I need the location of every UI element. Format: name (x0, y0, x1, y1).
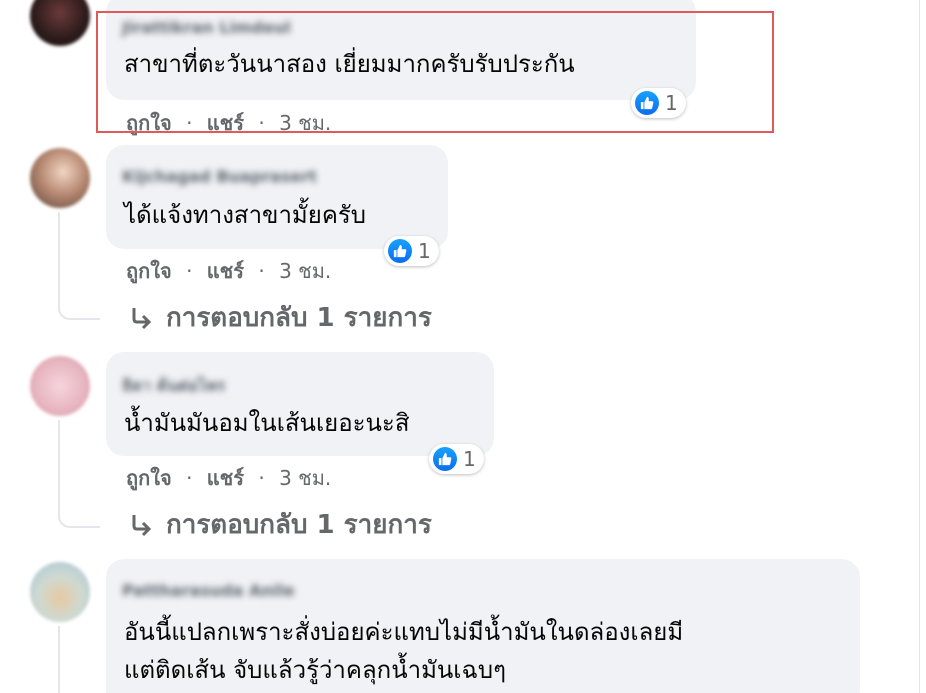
comment-author[interactable]: Kijchagad Buaprasert (122, 167, 317, 186)
comment-text: ได้แจ้งทางสาขามั้ยครับ (124, 201, 366, 229)
highlight-box (96, 11, 774, 133)
avatar[interactable] (30, 562, 90, 622)
reply-arrow-icon (132, 514, 152, 536)
separator: · (186, 466, 193, 490)
comment-author[interactable]: Pattharasuda Anile (122, 581, 295, 600)
separator: · (186, 259, 193, 283)
view-replies-button[interactable]: การตอบกลับ 1 รายการ (128, 297, 432, 338)
comment-thread: Jirattikran Limdeul สาขาที่ตะวันนาสอง เย… (0, 0, 926, 693)
thread-line (58, 626, 60, 693)
thread-line (58, 212, 60, 302)
comment-time[interactable]: 3 ชม. (279, 259, 331, 283)
like-icon (388, 239, 412, 263)
thread-line (58, 420, 60, 510)
avatar[interactable] (30, 356, 90, 416)
avatar[interactable] (30, 148, 90, 208)
separator: · (258, 259, 265, 283)
thread-curve (58, 300, 100, 320)
comment-time[interactable]: 3 ชม. (279, 466, 331, 490)
comment-actions: ถูกใจ · แชร์ · 3 ชม. (126, 462, 331, 494)
comment-actions: ถูกใจ · แชร์ · 3 ชม. (126, 255, 331, 287)
like-button[interactable]: ถูกใจ (126, 259, 172, 283)
reaction-count: 1 (463, 447, 476, 471)
share-button[interactable]: แชร์ (207, 259, 244, 283)
like-icon (433, 447, 457, 471)
comment-text: น้ำมันมันอมในเส้นเยอะนะสิ (124, 409, 410, 437)
reply-arrow-icon (132, 307, 152, 329)
comment-bubble: Pattharasuda Anile อันนี้แปลกเพราะสั่งบ่… (106, 559, 860, 693)
separator: · (258, 466, 265, 490)
replies-label: การตอบกลับ 1 รายการ (166, 303, 432, 333)
comment-text: อันนี้แปลกเพราะสั่งบ่อยค่ะแทบไม่มีน้ำมัน… (124, 618, 684, 646)
comment-bubble: Kijchagad Buaprasert ได้แจ้งทางสาขามั้ยค… (106, 145, 448, 249)
avatar[interactable] (30, 0, 90, 46)
reaction-count: 1 (418, 239, 431, 263)
comment-author[interactable]: ธิดา ต้นต่อไพร (122, 374, 225, 399)
like-button[interactable]: ถูกใจ (126, 466, 172, 490)
reaction-count-badge[interactable]: 1 (384, 236, 439, 266)
thread-curve (58, 508, 100, 528)
replies-label: การตอบกลับ 1 รายการ (166, 510, 432, 540)
comment-bubble: ธิดา ต้นต่อไพร น้ำมันมันอมในเส้นเยอะนะสิ (106, 352, 494, 456)
view-replies-button[interactable]: การตอบกลับ 1 รายการ (128, 504, 432, 545)
share-button[interactable]: แชร์ (207, 466, 244, 490)
scroll-edge (919, 0, 920, 693)
comment-text: แต่ติดเส้น จับแล้วรู้ว่าคลุกน้ำมันเฉบๆ (124, 656, 506, 684)
reaction-count-badge[interactable]: 1 (429, 444, 484, 474)
